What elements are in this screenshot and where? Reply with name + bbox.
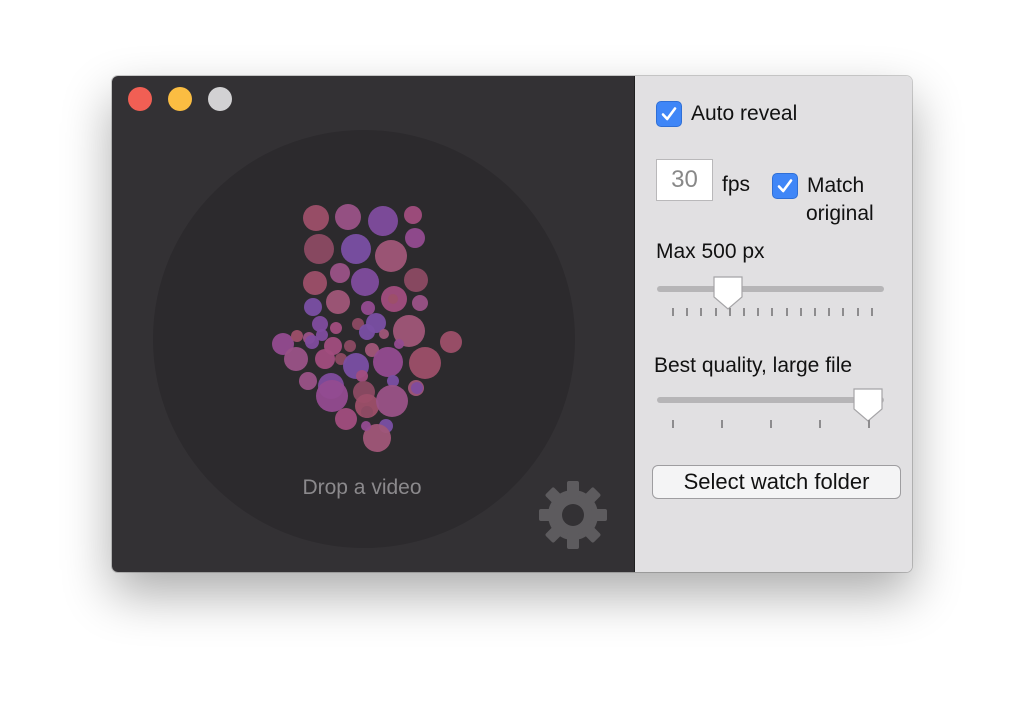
arrow-bubble <box>379 329 389 339</box>
slider-tick <box>856 308 859 316</box>
arrow-bubble <box>375 240 407 272</box>
slider-tick <box>721 420 723 428</box>
slider-tick <box>672 420 674 428</box>
slider-tick <box>785 308 788 316</box>
arrow-bubble <box>361 421 371 431</box>
slider-tick <box>799 308 802 316</box>
arrow-bubble <box>394 339 404 349</box>
arrow-bubble <box>299 372 317 390</box>
arrow-bubble <box>359 324 375 340</box>
slider-tick <box>686 308 689 316</box>
arrow-bubble <box>330 263 350 283</box>
arrow-bubble <box>303 271 327 295</box>
max-size-slider-track[interactable] <box>657 286 884 292</box>
max-size-slider-thumb[interactable] <box>711 275 745 311</box>
slider-tick <box>868 420 870 428</box>
arrow-bubble <box>405 228 425 248</box>
arrow-bubble <box>412 295 428 311</box>
fps-unit-label: fps <box>722 173 751 196</box>
slider-tick <box>672 308 674 316</box>
arrow-bubble <box>411 382 423 394</box>
arrow-bubble <box>335 204 361 230</box>
match-original-checkbox[interactable] <box>772 173 798 199</box>
app-window: Drop a video Auto reveal 30 fps Match or… <box>112 76 912 572</box>
checkmark-icon <box>777 179 793 193</box>
arrow-bubble <box>373 347 403 377</box>
auto-reveal-label: Auto reveal <box>691 102 798 125</box>
arrow-bubble <box>368 206 398 236</box>
select-watch-folder-button[interactable]: Select watch folder <box>652 465 901 499</box>
arrow-bubble <box>335 408 357 430</box>
arrow-bubble <box>304 234 334 264</box>
arrow-bubble <box>330 322 342 334</box>
arrow-bubble <box>315 349 335 369</box>
arrow-bubble <box>404 206 422 224</box>
arrow-bubble <box>388 294 398 304</box>
arrow-bubble <box>356 370 368 382</box>
arrow-bubble <box>361 406 373 418</box>
match-original-label-line2: original <box>806 202 874 225</box>
drop-label: Drop a video <box>302 476 422 499</box>
arrow-bubble <box>284 347 308 371</box>
arrow-bubble <box>440 331 462 353</box>
fps-input[interactable] <box>656 159 713 201</box>
slider-tick <box>771 308 774 316</box>
quality-slider-track[interactable] <box>657 397 884 403</box>
slider-tick <box>842 308 845 316</box>
arrow-bubble <box>344 340 356 352</box>
arrow-bubble <box>376 385 408 417</box>
slider-tick <box>714 308 717 316</box>
arrow-bubble <box>341 234 371 264</box>
arrow-bubble <box>351 268 379 296</box>
slider-tick <box>814 308 816 316</box>
slider-tick <box>743 308 745 316</box>
arrow-bubble <box>326 290 350 314</box>
arrow-bubble <box>305 335 319 349</box>
slider-tick <box>728 308 731 316</box>
slider-tick <box>770 420 772 428</box>
max-size-label: Max 500 px <box>656 240 765 263</box>
arrow-bubble <box>404 268 428 292</box>
settings-panel: Auto reveal fps Match original Max 500 p… <box>635 76 912 572</box>
arrow-bubble <box>361 301 375 315</box>
quality-label: Best quality, large file <box>654 354 853 377</box>
slider-tick <box>757 308 760 316</box>
slider-tick <box>828 308 831 316</box>
slider-tick <box>819 420 821 428</box>
slider-tick <box>700 308 703 316</box>
auto-reveal-checkbox[interactable] <box>656 101 682 127</box>
arrow-bubble <box>304 298 322 316</box>
slider-tick <box>870 308 873 316</box>
arrow-bubble <box>291 330 303 342</box>
gear-icon[interactable] <box>536 478 610 552</box>
quality-slider-thumb[interactable] <box>851 387 885 423</box>
checkmark-icon <box>661 107 677 121</box>
arrow-bubble <box>316 380 348 412</box>
arrow-bubble <box>409 347 441 379</box>
arrow-bubble <box>303 205 329 231</box>
match-original-label: Match <box>807 174 865 197</box>
drop-panel: Drop a video <box>112 76 634 572</box>
